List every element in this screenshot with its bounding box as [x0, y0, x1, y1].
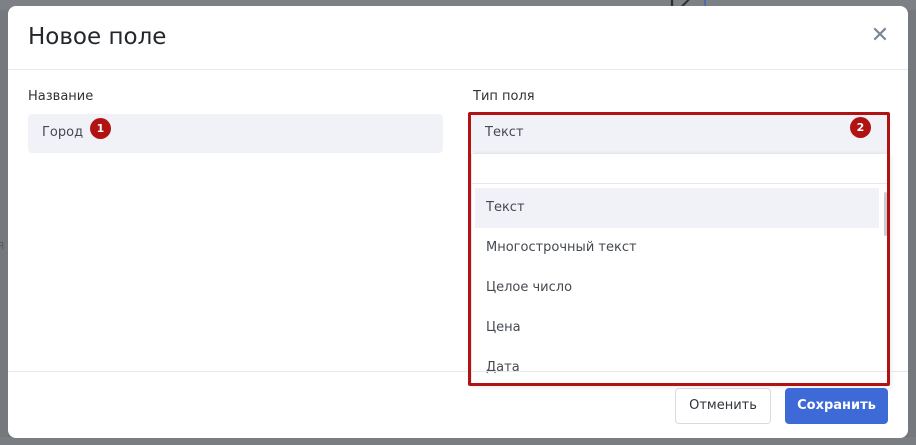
- type-field-label: Тип поля: [473, 89, 535, 104]
- annotation-badge-1: 1: [90, 118, 111, 139]
- background-bottom: [0, 437, 916, 445]
- modal-title: Новое поле: [28, 24, 167, 50]
- background-side-label: я: [0, 238, 5, 252]
- type-dropdown: Текст Многострочный текст Целое число Це…: [471, 153, 890, 384]
- modal-footer-divider: [8, 371, 908, 372]
- save-button[interactable]: Сохранить: [785, 388, 888, 424]
- name-input-value: Город: [42, 125, 84, 140]
- dropdown-option-integer[interactable]: Целое число: [475, 268, 879, 308]
- annotation-badge-2: 2: [850, 117, 871, 138]
- dropdown-option-multiline[interactable]: Многострочный текст: [475, 228, 879, 268]
- dropdown-search-input[interactable]: [472, 154, 889, 184]
- modal-header: Новое поле ✕: [8, 6, 908, 70]
- background-right-column: [908, 10, 916, 445]
- dropdown-option-price[interactable]: Цена: [475, 308, 879, 348]
- cancel-button[interactable]: Отменить: [675, 388, 771, 424]
- background-left-column: я: [0, 10, 8, 445]
- type-select[interactable]: Текст: [471, 114, 890, 153]
- type-select-value: Текст: [485, 125, 524, 140]
- dropdown-scrollbar[interactable]: [884, 192, 887, 236]
- new-field-modal: Новое поле ✕ Название Город Тип поля Тек…: [8, 6, 908, 438]
- name-input[interactable]: Город: [28, 114, 443, 153]
- name-field-label: Название: [28, 89, 94, 104]
- dropdown-option-text[interactable]: Текст: [475, 188, 879, 228]
- dropdown-option-date[interactable]: Дата: [475, 348, 879, 388]
- close-icon[interactable]: ✕: [870, 25, 890, 47]
